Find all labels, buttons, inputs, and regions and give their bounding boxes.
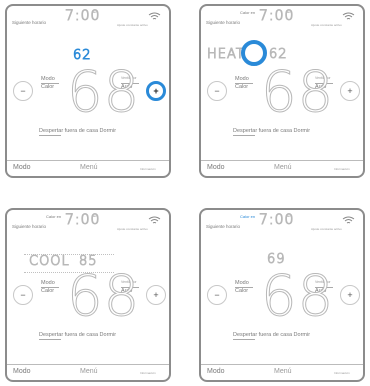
heat-on-label: Calor en (46, 214, 62, 219)
wifi-icon (342, 216, 355, 224)
decrease-button[interactable]: − (207, 81, 227, 101)
indoor-temperature: 68 (260, 60, 335, 125)
nav-menu-button[interactable]: Menú (80, 368, 98, 375)
indoor-temperature: 68 (260, 264, 335, 329)
schedule-underline (233, 339, 255, 340)
hold-status: Ajuste constante activo (311, 227, 342, 231)
thermostat-screen-2: Calor en Siguiente horario 7:00 am Ajust… (199, 4, 365, 178)
decrease-button[interactable]: − (207, 285, 227, 305)
wifi-icon (148, 12, 161, 20)
schedule-periods[interactable]: Despertar fuera de casa Dormir (233, 332, 310, 338)
nav-mode-button[interactable]: Modo (207, 164, 225, 171)
hold-status: Ajuste constante activo (117, 227, 148, 231)
nav-info-button[interactable]: Información (140, 371, 156, 375)
schedule-underline (39, 135, 61, 136)
nav-info-button[interactable]: Información (140, 167, 156, 171)
wifi-icon (342, 12, 355, 20)
nav-mode-button[interactable]: Modo (13, 368, 31, 375)
clock-suffix: am (93, 10, 98, 14)
nav-divider (7, 364, 169, 365)
clock-suffix: am (287, 10, 292, 14)
nav-info-button[interactable]: Información (334, 371, 350, 375)
schedule-periods[interactable]: Despertar fuera de casa Dormir (39, 332, 116, 338)
mode-label[interactable]: Modo (235, 280, 249, 286)
nav-divider (201, 160, 363, 161)
schedule-underline (233, 135, 255, 136)
mode-value: Calor (41, 288, 55, 294)
hold-status: Ajuste constante activo (311, 23, 342, 27)
schedule-periods[interactable]: Despertar fuera de casa Dormir (39, 128, 116, 134)
heat-on-label: Calor en (240, 214, 256, 219)
mode-value: Calor (235, 288, 249, 294)
next-schedule-label: Siguiente horario (206, 20, 241, 25)
heat-mode-text: HEAT (207, 47, 245, 62)
nav-mode-button[interactable]: Modo (207, 368, 225, 375)
hold-status: Ajuste constante activo (117, 23, 148, 27)
increase-button[interactable]: + (146, 81, 166, 101)
schedule-periods[interactable]: Despertar fuera de casa Dormir (233, 128, 310, 134)
schedule-underline (39, 339, 61, 340)
nav-menu-button[interactable]: Menú (274, 164, 292, 171)
decrease-button[interactable]: − (13, 285, 33, 305)
decrease-button[interactable]: − (13, 81, 33, 101)
next-schedule-label: Siguiente horario (206, 224, 241, 229)
heat-on-label: Calor en (240, 10, 256, 15)
clock-suffix: am (93, 214, 98, 218)
nav-mode-button[interactable]: Modo (13, 164, 31, 171)
thermostat-screen-4: Calor en Siguiente horario 7:00 am Ajust… (199, 208, 365, 382)
nav-info-button[interactable]: Información (334, 167, 350, 171)
mode-value: Calor (41, 84, 55, 90)
nav-divider (7, 160, 169, 161)
next-schedule-label: Siguiente horario (12, 224, 47, 229)
mode-label[interactable]: Modo (235, 76, 249, 82)
indoor-temperature: 68 (66, 60, 141, 125)
thermostat-screen-1: Siguiente horario 7:00 am Ajuste constan… (5, 4, 171, 178)
indoor-temperature: 68 (66, 264, 141, 329)
nav-menu-button[interactable]: Menú (274, 368, 292, 375)
nav-divider (201, 364, 363, 365)
mode-label[interactable]: Modo (41, 280, 55, 286)
next-schedule-label: Siguiente horario (12, 20, 47, 25)
wifi-icon (148, 216, 161, 224)
nav-menu-button[interactable]: Menú (80, 164, 98, 171)
increase-button[interactable]: + (340, 81, 360, 101)
clock-suffix: am (287, 214, 292, 218)
mode-value: Calor (235, 84, 249, 90)
increase-button[interactable]: + (146, 285, 166, 305)
mode-label[interactable]: Modo (41, 76, 55, 82)
thermostat-screen-3: Calor en Siguiente horario 7:00 am Ajust… (5, 208, 171, 382)
increase-button[interactable]: + (340, 285, 360, 305)
cool-mode-text: COOL (29, 254, 70, 269)
